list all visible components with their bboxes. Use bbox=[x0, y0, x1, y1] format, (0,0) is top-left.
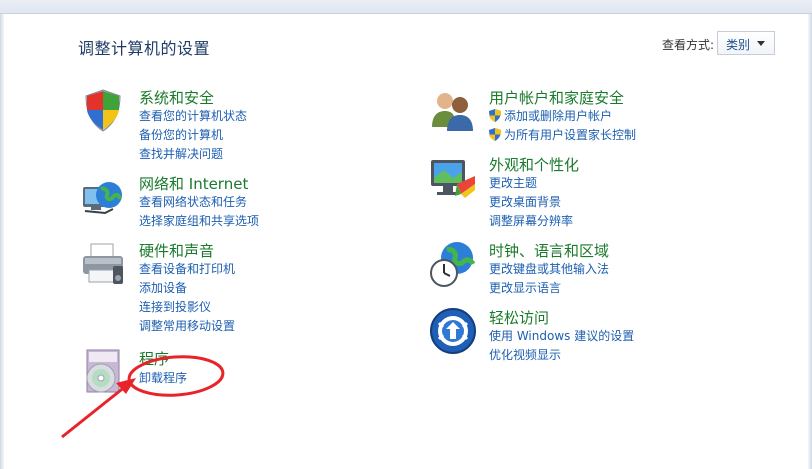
uac-shield-icon bbox=[489, 128, 501, 141]
link-windows-suggested-settings[interactable]: 使用 Windows 建议的设置 bbox=[489, 327, 634, 346]
link-add-device[interactable]: 添加设备 bbox=[139, 279, 235, 298]
link-parental-controls[interactable]: 为所有用户设置家长控制 bbox=[489, 126, 636, 145]
printer-icon bbox=[83, 243, 123, 284]
link-change-display-language[interactable]: 更改显示语言 bbox=[489, 279, 609, 298]
link-add-remove-accounts[interactable]: 添加或删除用户帐户 bbox=[489, 107, 636, 126]
category-title-appearance[interactable]: 外观和个性化 bbox=[489, 154, 579, 175]
link-find-fix-problems[interactable]: 查找并解决问题 bbox=[139, 145, 247, 164]
ease-of-access-icon bbox=[430, 308, 476, 354]
link-change-keyboard-input[interactable]: 更改键盘或其他输入法 bbox=[489, 260, 609, 279]
left-window-edge bbox=[0, 14, 4, 469]
uac-shield-icon bbox=[489, 109, 501, 122]
link-connect-projector[interactable]: 连接到投影仪 bbox=[139, 298, 235, 317]
link-adjust-resolution[interactable]: 调整屏幕分辨率 bbox=[489, 212, 573, 231]
window-top-bar bbox=[0, 0, 812, 14]
right-window-edge bbox=[808, 14, 812, 469]
link-parental-controls-label: 为所有用户设置家长控制 bbox=[504, 128, 637, 142]
category-title-hardware[interactable]: 硬件和声音 bbox=[139, 240, 214, 261]
category-title-ease-of-access[interactable]: 轻松访问 bbox=[489, 307, 549, 328]
category-title-user-accounts[interactable]: 用户帐户和家庭安全 bbox=[489, 87, 624, 108]
user-accounts-icon bbox=[432, 93, 473, 131]
shield-icon bbox=[85, 89, 121, 132]
link-view-computer-status[interactable]: 查看您的计算机状态 bbox=[139, 107, 247, 126]
network-globe-icon bbox=[83, 182, 122, 215]
link-devices-printers[interactable]: 查看设备和打印机 bbox=[139, 260, 235, 279]
link-homegroup-sharing[interactable]: 选择家庭组和共享选项 bbox=[139, 212, 259, 231]
link-change-theme[interactable]: 更改主题 bbox=[489, 174, 573, 193]
link-change-desktop-background[interactable]: 更改桌面背景 bbox=[489, 193, 573, 212]
category-title-system-security[interactable]: 系统和安全 bbox=[139, 87, 214, 108]
programs-disc-icon bbox=[86, 349, 120, 393]
link-backup-computer[interactable]: 备份您的计算机 bbox=[139, 126, 247, 145]
link-view-network-status[interactable]: 查看网络状态和任务 bbox=[139, 193, 259, 212]
page-title: 调整计算机的设置 bbox=[78, 39, 211, 58]
clock-globe-icon bbox=[430, 242, 476, 287]
view-by-label: 查看方式: bbox=[662, 38, 715, 52]
view-by-selected: 类别 bbox=[726, 38, 751, 52]
chevron-down-icon bbox=[757, 41, 765, 46]
view-by-dropdown[interactable]: 类别 bbox=[717, 31, 775, 55]
link-uninstall-program[interactable]: 卸载程序 bbox=[139, 369, 187, 388]
annotation-overlay bbox=[61, 355, 225, 439]
link-mobility-settings[interactable]: 调整常用移动设置 bbox=[139, 317, 235, 336]
monitor-palette-icon bbox=[431, 160, 475, 198]
category-title-network[interactable]: 网络和 Internet bbox=[139, 173, 248, 194]
category-title-clock[interactable]: 时钟、语言和区域 bbox=[489, 240, 609, 261]
category-title-programs[interactable]: 程序 bbox=[139, 348, 169, 369]
link-add-remove-accounts-label: 添加或删除用户帐户 bbox=[504, 109, 613, 123]
link-optimize-video-display[interactable]: 优化视频显示 bbox=[489, 346, 634, 365]
